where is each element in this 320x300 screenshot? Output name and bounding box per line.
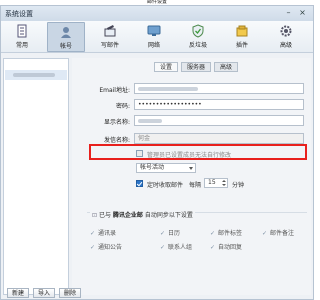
sync-item-contacts: ✓ 通讯录 [90, 228, 116, 237]
new-button[interactable]: 新建 [7, 288, 29, 298]
account-icon [61, 27, 71, 38]
compose-icon [104, 25, 116, 37]
account-list-item[interactable] [5, 70, 67, 80]
display-name-field[interactable] [134, 115, 304, 126]
sync-item-announcements: ✓ 通知公告 [90, 242, 122, 251]
sync-heading-prefix: 已与 [98, 212, 111, 219]
sync-icon: ⊡ [92, 212, 99, 219]
sync-item-label: 日历 [168, 230, 181, 237]
tab-settings[interactable]: 设置 [154, 62, 178, 72]
minimize-button[interactable]: – [283, 8, 294, 18]
delete-button[interactable]: 删除 [59, 288, 81, 298]
schedule-every-label: 每隔 [189, 182, 202, 189]
advanced-icon [280, 25, 292, 37]
toolbar-label: 常用 [15, 42, 28, 49]
sender-name-label: 发信名称: [103, 137, 130, 144]
sync-item-contact-groups: ✓ 联系人组 [160, 242, 192, 251]
email-field[interactable] [134, 83, 304, 94]
display-name-label: 显示名称: [103, 119, 130, 126]
display-name-redacted [138, 119, 162, 123]
check-icon: ✓ [160, 230, 166, 237]
sync-item-label: 通讯录 [98, 230, 117, 237]
settings-window: 系统设置 – × 常用 帐号 写邮件 网络 反垃圾 插件 高级 设置 服务器 高… [0, 5, 314, 300]
check-icon: ✓ [90, 230, 96, 237]
sync-heading-suffix: 自动同步以下设置 [144, 212, 193, 219]
admin-note-checkbox [136, 150, 143, 157]
account-status-select[interactable]: 帐号活动 [136, 163, 196, 173]
sync-item-mail-tags: ✓ 邮件标签 [210, 228, 242, 237]
close-button[interactable]: × [297, 8, 308, 18]
toolbar-label: 反垃圾 [188, 42, 207, 49]
password-label: 密码: [115, 103, 130, 110]
check-icon: ✓ [262, 230, 268, 237]
account-status-value: 帐号活动 [140, 164, 165, 171]
toolbar-plugin[interactable]: 插件 [223, 22, 261, 52]
tab-server[interactable]: 服务器 [181, 62, 211, 72]
check-icon: ✓ [210, 244, 216, 251]
password-field[interactable]: •••••••••••••••••• [134, 99, 304, 110]
sender-name-field[interactable]: 何金 [134, 133, 304, 144]
sync-item-label: 邮件标签 [218, 230, 243, 237]
network-icon [147, 25, 161, 36]
antispam-icon [192, 24, 204, 38]
sync-item-mail-notes: ✓ 邮件备注 [262, 228, 294, 237]
sync-item-label: 联系人组 [168, 244, 193, 251]
account-list [3, 58, 69, 295]
import-button[interactable]: 导入 [33, 288, 55, 298]
admin-note: 管理员已设置成员无法自行修改 [147, 152, 232, 159]
toolbar-label: 网络 [147, 42, 160, 49]
sync-item-label: 自动回复 [218, 244, 243, 251]
toolbar-label: 写邮件 [100, 42, 119, 49]
toolbar: 常用 帐号 写邮件 网络 反垃圾 插件 高级 [1, 21, 313, 53]
toolbar-advanced[interactable]: 高级 [267, 22, 305, 52]
sync-item-calendar: ✓ 日历 [160, 228, 180, 237]
schedule-unit-label: 分钟 [232, 182, 245, 189]
schedule-checkbox[interactable] [136, 180, 143, 187]
toolbar-label: 高级 [279, 42, 292, 49]
toolbar-antispam[interactable]: 反垃圾 [179, 22, 217, 52]
general-icon [17, 24, 27, 38]
email-value-redacted [138, 87, 198, 91]
sync-item-label: 邮件备注 [270, 230, 295, 237]
stepper-down-icon[interactable] [222, 184, 226, 186]
chevron-down-icon [189, 167, 193, 170]
schedule-label: 定时收取邮件 [147, 182, 184, 189]
plugin-icon [236, 25, 248, 37]
schedule-interval-stepper[interactable]: 15 [204, 178, 228, 188]
account-name-redacted [13, 73, 55, 77]
check-icon: ✓ [210, 230, 216, 237]
sync-heading-brand: 腾讯企业邮 [112, 212, 143, 219]
check-icon: ✓ [90, 244, 96, 251]
tab-advanced[interactable]: 高级 [214, 62, 238, 72]
schedule-interval-value: 15 [208, 179, 216, 186]
sync-heading: ⊡ 已与 腾讯企业邮 自动同步以下设置 [90, 210, 195, 219]
toolbar-label: 帐号 [59, 43, 72, 50]
window-title: 系统设置 [5, 10, 33, 18]
email-label: Email地址: [99, 87, 130, 94]
toolbar-general[interactable]: 常用 [3, 22, 41, 52]
toolbar-compose[interactable]: 写邮件 [91, 22, 129, 52]
toolbar-network[interactable]: 网络 [135, 22, 173, 52]
settings-panel: 设置 服务器 高级 Email地址: 密码: •••••••••••••••••… [72, 58, 311, 295]
check-icon: ✓ [160, 244, 166, 251]
toolbar-account[interactable]: 帐号 [47, 22, 85, 52]
sync-item-label: 通知公告 [98, 244, 123, 251]
sync-item-auto-reply: ✓ 自动回复 [210, 242, 242, 251]
stepper-up-icon[interactable] [222, 180, 226, 182]
toolbar-label: 插件 [235, 42, 248, 49]
title-bar: 系统设置 – × [1, 6, 313, 21]
